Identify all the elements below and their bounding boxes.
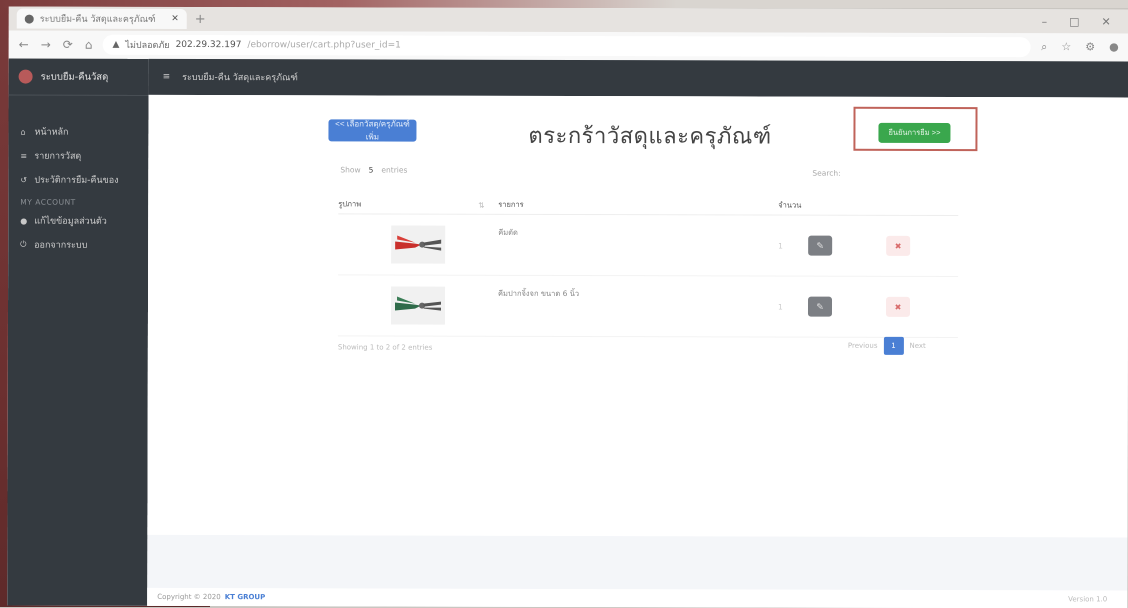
home-icon: ⌂ — [20, 127, 26, 137]
item-image-cell — [338, 225, 498, 264]
tab-title: ระบบยืม-คืน วัสดุและครุภัณฑ์ — [39, 14, 156, 25]
content: << เลือกวัสดุ/ครุภัณฑ์เพิ่ม ตระกร้าวัสดุ… — [147, 94, 1128, 608]
sidebar-item-profile[interactable]: ● แก้ไขข้อมูลส่วนตัว — [8, 209, 148, 233]
sidebar-item-label: หน้าหลัก — [34, 127, 69, 138]
forward-icon[interactable]: → — [41, 38, 51, 52]
browser-tab[interactable]: ระบบยืม-คืน วัสดุและครุภัณฑ์ ✕ — [16, 8, 187, 30]
top-navbar: ≡ ระบบยืม-คืน วัสดุและครุภัณฑ์ — [148, 58, 1128, 98]
reload-icon[interactable]: ⟳ — [63, 38, 73, 52]
show-entries: Show 5 entries — [340, 165, 407, 174]
pliers-red-image — [391, 225, 446, 264]
hamburger-icon[interactable]: ≡ — [163, 72, 171, 82]
edit-button[interactable]: ✎ — [808, 235, 833, 256]
maximize-button[interactable]: □ — [1069, 15, 1079, 28]
list-icon: ≡ — [20, 151, 28, 161]
app: ระบบยืม-คืนวัสดุ ⌂ หน้าหลัก ≡ รายการวัสด… — [7, 58, 1128, 608]
table-row: คีมปากจิ้งจก ขนาด 6 นิ้ว 1 ✎ ✖ — [337, 275, 959, 339]
warning-icon: ▲ — [112, 39, 120, 50]
trash-icon: ✖ — [894, 302, 902, 312]
sidebar-item-label: ออกจากระบบ — [34, 240, 88, 251]
footer: Copyright © 2020 KT GROUP Version 1.0 — [147, 587, 1128, 608]
browser-extras: ⌕ ☆ ⚙ ● — [1041, 40, 1119, 54]
sidebar-item-home[interactable]: ⌂ หน้าหลัก — [8, 120, 148, 144]
main-area: ≡ ระบบยืม-คืน วัสดุและครุภัณฑ์ << เลือกว… — [147, 58, 1128, 608]
zoom-icon[interactable]: ⌕ — [1041, 40, 1047, 54]
confirm-borrow-button[interactable]: ยืนยันการยืม >> — [878, 122, 951, 144]
security-label: ไม่ปลอดภัย — [125, 40, 170, 51]
table-row: คีมตัด 1 ✎ ✖ — [338, 214, 959, 278]
sidebar-item-history[interactable]: ↺ ประวัติการยืม-คืนของ — [8, 168, 148, 192]
trash-icon: ✖ — [894, 241, 902, 251]
back-icon[interactable]: ← — [19, 38, 29, 52]
page-1-button[interactable]: 1 — [883, 336, 904, 355]
sidebar-item-label: ประวัติการยืม-คืนของ — [34, 175, 119, 186]
url-host: 202.29.32.197 — [175, 39, 242, 51]
sidebar-section-header: MY ACCOUNT — [20, 197, 76, 207]
column-header-item[interactable]: รายการ — [498, 199, 778, 212]
item-qty: 1 — [778, 241, 783, 251]
sort-icon[interactable]: ⇅ — [478, 200, 498, 209]
nav-buttons: ← → ⟳ ⌂ — [19, 38, 93, 52]
cart-card: << เลือกวัสดุ/ครุภัณฑ์เพิ่ม ตระกร้าวัสดุ… — [147, 94, 1128, 538]
minimize-button[interactable]: – — [1042, 15, 1048, 28]
version-text: Version 1.0 — [1068, 595, 1108, 604]
item-name: คีมปากจิ้งจก ขนาด 6 นิ้ว — [498, 288, 580, 299]
brand-text: ระบบยืม-คืนวัสดุ — [40, 71, 109, 83]
home-icon[interactable]: ⌂ — [85, 38, 93, 52]
delete-button[interactable]: ✖ — [886, 235, 911, 256]
browser-window: ระบบยืม-คืน วัสดุและครุภัณฑ์ ✕ + – □ ✕ ←… — [7, 6, 1128, 608]
item-image-cell — [338, 286, 498, 325]
logo-icon — [18, 69, 33, 84]
sidebar-menu: ⌂ หน้าหลัก ≡ รายการวัสดุ ↺ ประวัติการยืม… — [8, 96, 148, 257]
extension-icon[interactable]: ⚙ — [1085, 40, 1095, 54]
item-name: คีมตัด — [498, 227, 518, 237]
search-label: Search: — [812, 168, 841, 178]
page-title: ตระกร้าวัสดุและครุภัณฑ์ — [528, 123, 772, 150]
window-controls: – □ ✕ — [1042, 15, 1128, 28]
prev-page-button[interactable]: Previous — [848, 342, 878, 350]
edit-button[interactable]: ✎ — [807, 296, 833, 317]
star-icon[interactable]: ☆ — [1061, 40, 1071, 54]
entries-label: entries — [381, 165, 408, 175]
user-icon: ● — [20, 216, 28, 226]
topnav-title: ระบบยืม-คืน วัสดุและครุภัณฑ์ — [182, 72, 298, 84]
next-page-button[interactable]: Next — [909, 342, 925, 350]
show-label: Show — [340, 165, 361, 175]
column-header-image[interactable]: รูปภาพ — [338, 198, 478, 210]
favicon-icon — [24, 14, 34, 24]
column-header-qty[interactable]: จำนวน — [778, 200, 858, 212]
pencil-icon: ✎ — [816, 301, 824, 312]
tab-bar: ระบบยืม-คืน วัสดุและครุภัณฑ์ ✕ + – □ ✕ — [8, 6, 1128, 34]
sidebar-item-logout[interactable]: ⏻ ออกจากระบบ — [8, 233, 148, 257]
item-qty: 1 — [777, 302, 783, 312]
address-bar: ← → ⟳ ⌂ ▲ ไม่ปลอดภัย 202.29.32.197 /ebor… — [8, 30, 1128, 63]
pagination: Previous 1 Next — [848, 336, 926, 355]
pliers-green-image — [390, 286, 446, 325]
brand[interactable]: ระบบยืม-คืนวัสดุ — [8, 58, 149, 96]
url-path: /eborrow/user/cart.php?user_id=1 — [247, 40, 401, 51]
table-info: Showing 1 to 2 of 2 entries — [337, 343, 433, 352]
copyright-text: Copyright © 2020 — [157, 592, 221, 602]
history-icon: ↺ — [20, 175, 28, 185]
entries-select[interactable]: 5 — [369, 165, 374, 174]
table-header: รูปภาพ ⇅ รายการ จำนวน — [338, 195, 959, 217]
delete-button[interactable]: ✖ — [885, 296, 911, 317]
sidebar-item-label: รายการวัสดุ — [34, 151, 82, 162]
new-tab-button[interactable]: + — [195, 12, 206, 27]
pencil-icon: ✎ — [816, 240, 824, 251]
cart-table: รูปภาพ ⇅ รายการ จำนวน คีมตัด 1 ✎ ✖ คีมปา… — [337, 195, 959, 339]
add-more-items-button[interactable]: << เลือกวัสดุ/ครุภัณฑ์เพิ่ม — [328, 119, 417, 142]
sidebar: ระบบยืม-คืนวัสดุ ⌂ หน้าหลัก ≡ รายการวัสด… — [7, 58, 149, 606]
sidebar-item-materials[interactable]: ≡ รายการวัสดุ — [8, 144, 148, 168]
logout-icon: ⏻ — [20, 239, 27, 249]
profile-icon[interactable]: ● — [1109, 40, 1119, 54]
close-tab-icon[interactable]: ✕ — [171, 14, 179, 24]
sidebar-item-label: แก้ไขข้อมูลส่วนตัว — [34, 216, 107, 227]
url-field[interactable]: ▲ ไม่ปลอดภัย 202.29.32.197 /eborrow/user… — [102, 34, 1032, 58]
close-window-button[interactable]: ✕ — [1102, 15, 1111, 28]
footer-group-link[interactable]: KT GROUP — [225, 593, 266, 601]
